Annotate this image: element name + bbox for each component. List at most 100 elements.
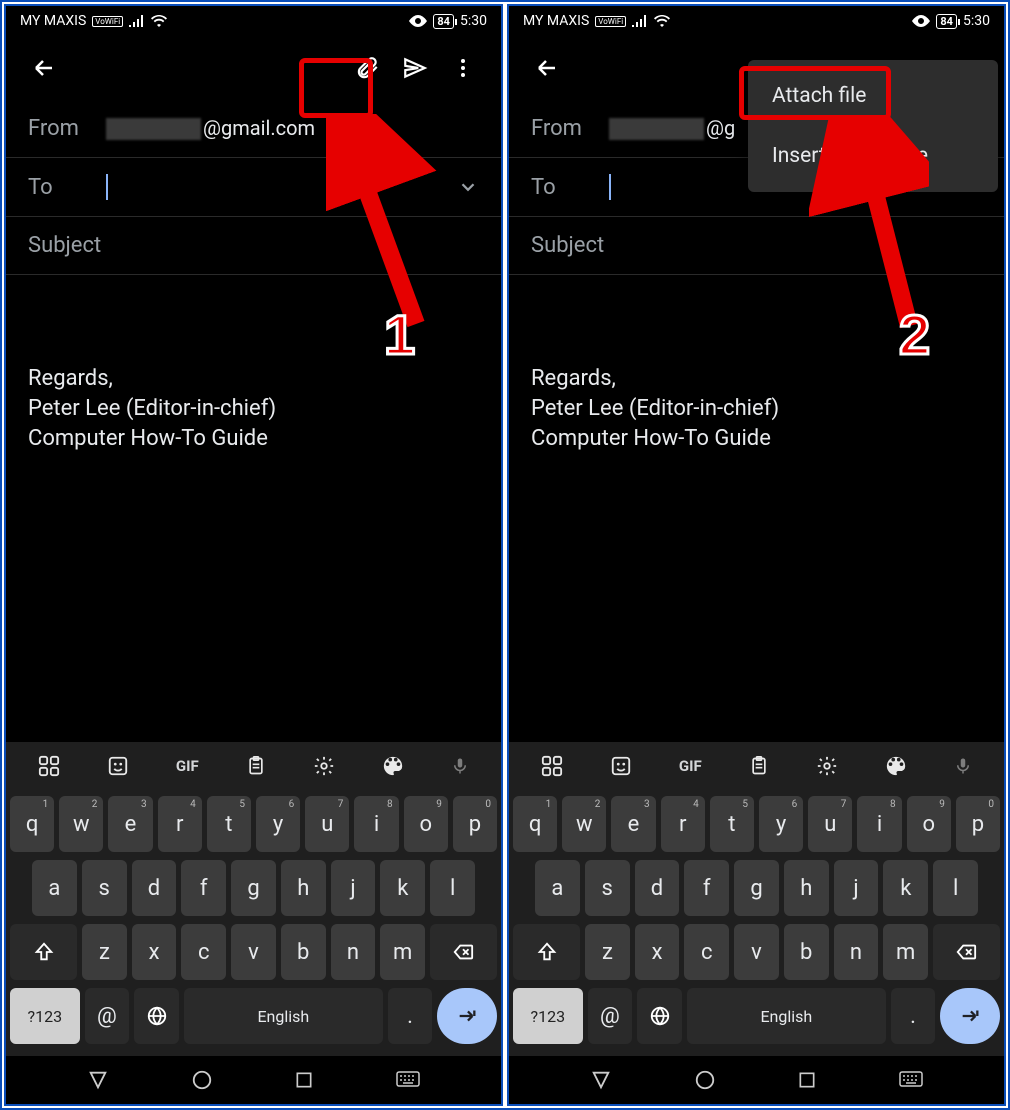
shift-key[interactable]	[513, 924, 580, 980]
key-r[interactable]: r4	[661, 796, 705, 852]
key-q[interactable]: q1	[10, 796, 54, 852]
kb-apps-icon[interactable]	[541, 755, 563, 777]
key-m[interactable]: m	[380, 924, 425, 980]
backspace-key[interactable]	[430, 924, 497, 980]
backspace-key[interactable]	[933, 924, 1000, 980]
key-i[interactable]: i8	[354, 796, 398, 852]
subject-field[interactable]: Subject	[509, 217, 1004, 275]
from-field[interactable]: From @gmail.com	[6, 100, 501, 157]
key-j[interactable]: j	[331, 860, 376, 916]
chevron-down-icon[interactable]	[457, 176, 479, 198]
nav-recent-icon[interactable]	[797, 1070, 817, 1090]
key-u[interactable]: u7	[808, 796, 852, 852]
globe-key[interactable]	[637, 988, 682, 1044]
key-o[interactable]: o9	[907, 796, 951, 852]
kb-theme-icon[interactable]	[885, 755, 907, 777]
space-key[interactable]: English	[184, 988, 383, 1044]
at-key[interactable]: @	[588, 988, 633, 1044]
key-p[interactable]: p0	[453, 796, 497, 852]
nav-back-icon[interactable]	[87, 1069, 109, 1091]
key-s[interactable]: s	[82, 860, 127, 916]
key-z[interactable]: z	[82, 924, 127, 980]
more-icon[interactable]	[449, 54, 477, 82]
nav-recent-icon[interactable]	[294, 1070, 314, 1090]
kb-settings-icon[interactable]	[816, 755, 838, 777]
kb-sticker-icon[interactable]	[107, 755, 129, 777]
send-icon[interactable]	[401, 54, 429, 82]
key-t[interactable]: t5	[207, 796, 251, 852]
key-n[interactable]: n	[834, 924, 879, 980]
enter-key[interactable]	[437, 988, 497, 1044]
key-l[interactable]: l	[933, 860, 978, 916]
key-r[interactable]: r4	[158, 796, 202, 852]
key-g[interactable]: g	[734, 860, 779, 916]
nav-home-icon[interactable]	[191, 1069, 213, 1091]
key-c[interactable]: c	[181, 924, 226, 980]
key-j[interactable]: j	[834, 860, 879, 916]
kb-apps-icon[interactable]	[38, 755, 60, 777]
period-key[interactable]: .	[388, 988, 433, 1044]
kb-mic-icon[interactable]	[954, 755, 972, 777]
to-field[interactable]: To	[6, 157, 501, 217]
key-t[interactable]: t5	[710, 796, 754, 852]
key-s[interactable]: s	[585, 860, 630, 916]
key-f[interactable]: f	[181, 860, 226, 916]
key-d[interactable]: d	[132, 860, 177, 916]
nav-home-icon[interactable]	[694, 1069, 716, 1091]
key-f[interactable]: f	[684, 860, 729, 916]
key-l[interactable]: l	[430, 860, 475, 916]
key-b[interactable]: b	[784, 924, 829, 980]
key-y[interactable]: y6	[256, 796, 300, 852]
menu-insert-drive[interactable]: Insert from Drive	[748, 126, 998, 186]
space-key[interactable]: English	[687, 988, 886, 1044]
key-x[interactable]: x	[132, 924, 177, 980]
kb-gif-button[interactable]: GIF	[176, 757, 199, 775]
key-b[interactable]: b	[281, 924, 326, 980]
kb-settings-icon[interactable]	[313, 755, 335, 777]
key-x[interactable]: x	[635, 924, 680, 980]
back-icon[interactable]	[30, 54, 58, 82]
shift-key[interactable]	[10, 924, 77, 980]
key-w[interactable]: w2	[562, 796, 606, 852]
key-v[interactable]: v	[734, 924, 779, 980]
key-n[interactable]: n	[331, 924, 376, 980]
key-w[interactable]: w2	[59, 796, 103, 852]
kb-sticker-icon[interactable]	[610, 755, 632, 777]
key-c[interactable]: c	[684, 924, 729, 980]
key-e[interactable]: e3	[108, 796, 152, 852]
key-e[interactable]: e3	[611, 796, 655, 852]
period-key[interactable]: .	[891, 988, 936, 1044]
key-z[interactable]: z	[585, 924, 630, 980]
key-q[interactable]: q1	[513, 796, 557, 852]
key-g[interactable]: g	[231, 860, 276, 916]
nav-back-icon[interactable]	[590, 1069, 612, 1091]
symbols-key[interactable]: ?123	[10, 988, 80, 1044]
key-u[interactable]: u7	[305, 796, 349, 852]
back-icon[interactable]	[533, 54, 561, 82]
kb-gif-button[interactable]: GIF	[679, 757, 702, 775]
key-a[interactable]: a	[32, 860, 77, 916]
key-a[interactable]: a	[535, 860, 580, 916]
key-k[interactable]: k	[380, 860, 425, 916]
nav-keyboard-icon[interactable]	[899, 1071, 923, 1089]
kb-clipboard-icon[interactable]	[246, 755, 266, 777]
nav-keyboard-icon[interactable]	[396, 1071, 420, 1089]
key-d[interactable]: d	[635, 860, 680, 916]
key-i[interactable]: i8	[857, 796, 901, 852]
key-m[interactable]: m	[883, 924, 928, 980]
email-body[interactable]: Regards, Peter Lee (Editor-in-chief) Com…	[6, 275, 501, 742]
enter-key[interactable]	[940, 988, 1000, 1044]
globe-key[interactable]	[134, 988, 179, 1044]
subject-field[interactable]: Subject	[6, 217, 501, 275]
at-key[interactable]: @	[85, 988, 130, 1044]
key-y[interactable]: y6	[759, 796, 803, 852]
key-k[interactable]: k	[883, 860, 928, 916]
symbols-key[interactable]: ?123	[513, 988, 583, 1044]
kb-theme-icon[interactable]	[382, 755, 404, 777]
key-v[interactable]: v	[231, 924, 276, 980]
key-o[interactable]: o9	[404, 796, 448, 852]
kb-mic-icon[interactable]	[451, 755, 469, 777]
key-p[interactable]: p0	[956, 796, 1000, 852]
kb-clipboard-icon[interactable]	[749, 755, 769, 777]
key-h[interactable]: h	[281, 860, 326, 916]
